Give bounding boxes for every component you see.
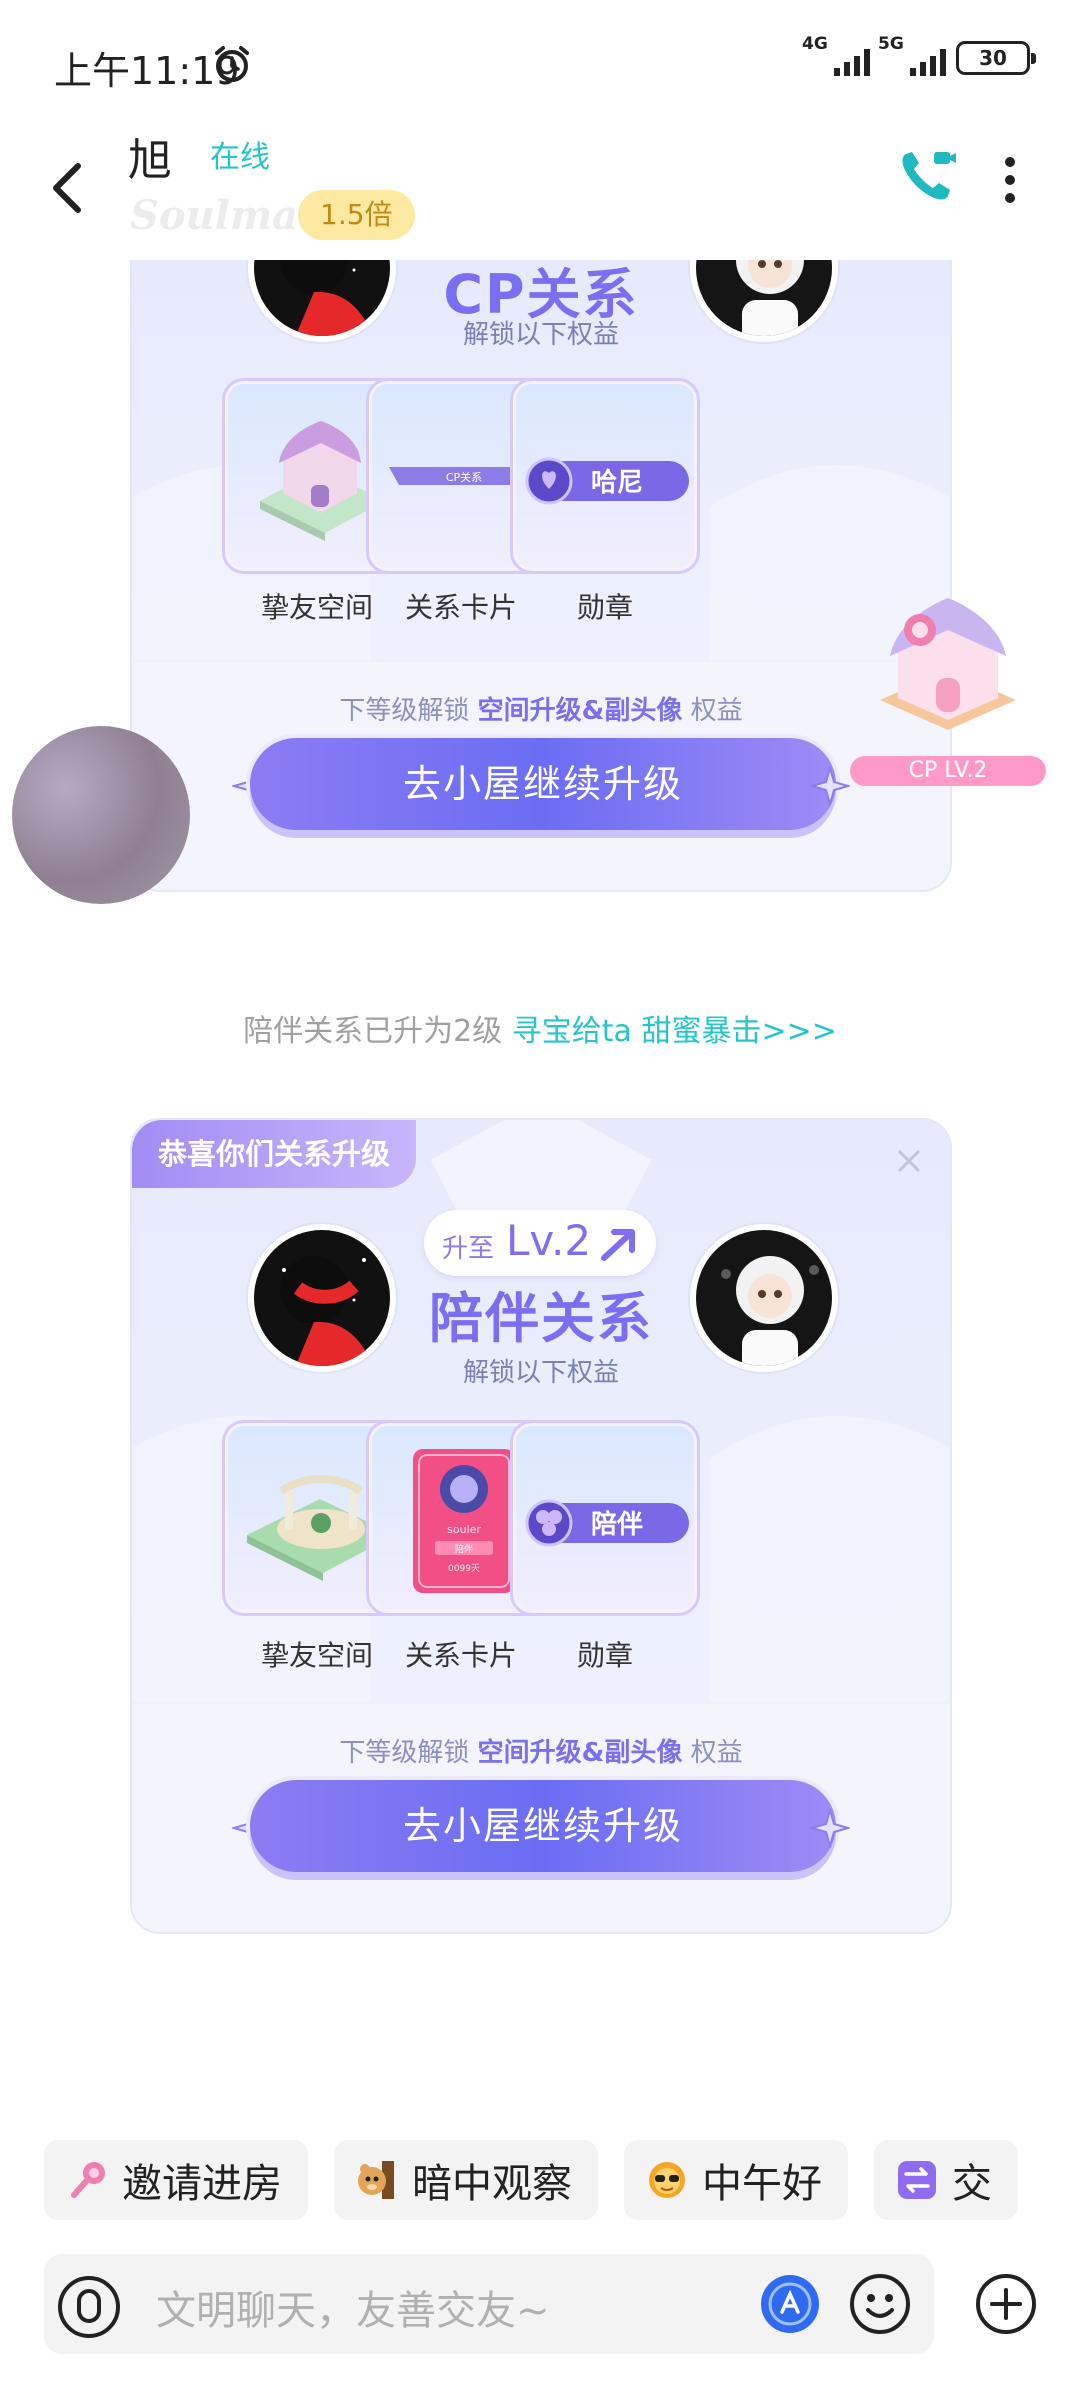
back-arrow-icon[interactable] bbox=[46, 158, 90, 218]
microphone-icon bbox=[71, 2162, 105, 2198]
benefit-tile-medal[interactable]: 陪伴 bbox=[510, 1420, 700, 1616]
quick-reply-swap[interactable]: 交 bbox=[874, 2140, 1018, 2220]
voice-icon[interactable] bbox=[56, 2274, 122, 2340]
hint-suffix: 权益 bbox=[690, 1738, 743, 1768]
chat-header: 旭 在线 Soulmate 1.5倍 bbox=[0, 120, 1080, 260]
upgrade-house-button[interactable]: 去小屋继续升级 bbox=[250, 738, 836, 830]
swap-icon bbox=[898, 2161, 936, 2199]
companion-relation-card: 恭喜你们关系升级 升至 Lv.2 陪伴关系 解锁以下权益 souler 陪伴 0… bbox=[130, 1118, 952, 1934]
level-up-arrow-icon bbox=[601, 1229, 635, 1261]
quick-reply-bar: 邀请进房 暗中观察 中午好 交 bbox=[44, 2140, 1080, 2222]
next-level-hint: 下等级解锁 空间升级&副头像 权益 bbox=[132, 690, 950, 727]
message-input-placeholder[interactable]: 文明聊天，友善交友~ bbox=[156, 2278, 550, 2336]
hint-prefix: 下等级解锁 bbox=[339, 1738, 470, 1768]
medal-badge-icon: 陪伴 bbox=[525, 1499, 689, 1547]
relation-card-inner-text: CP关系 bbox=[446, 470, 482, 484]
benefit-tile-medal[interactable]: 哈尼 bbox=[510, 378, 700, 574]
sun-sunglasses-icon bbox=[649, 2162, 685, 2198]
message-input-bar[interactable]: 文明聊天，友善交友~ bbox=[44, 2254, 934, 2354]
unlock-subtitle: 解锁以下权益 bbox=[462, 320, 619, 350]
quick-reply-label: 邀请进房 bbox=[122, 2161, 282, 2207]
network-label-5g: 5G bbox=[878, 34, 904, 54]
unlock-subtitle: 解锁以下权益 bbox=[462, 1358, 619, 1388]
upgrade-house-button[interactable]: 去小屋继续升级 bbox=[250, 1780, 836, 1872]
hint-prefix: 下等级解锁 bbox=[339, 696, 470, 726]
card-badge-text: 陪伴 bbox=[455, 1543, 473, 1555]
treasure-link[interactable]: 寻宝给ta 甜蜜暴击>>> bbox=[512, 1014, 837, 1049]
next-level-hint: 下等级解锁 空间升级&副头像 权益 bbox=[132, 1732, 950, 1769]
level-pill: 升至 Lv.2 bbox=[424, 1210, 656, 1276]
network-label-4g: 4G bbox=[802, 34, 828, 54]
signal-4g-icon: 4G bbox=[802, 34, 870, 76]
battery-icon: 30 bbox=[956, 41, 1036, 75]
hint-bold: 空间升级&副头像 bbox=[477, 696, 683, 726]
status-bar: 上午11:19 4G 5G 30 bbox=[0, 0, 1080, 120]
relation-title: 陪伴关系 bbox=[429, 1287, 653, 1350]
quick-reply-label: 中午好 bbox=[702, 2161, 822, 2207]
multiplier-badge[interactable]: 1.5倍 bbox=[298, 190, 415, 240]
sparkle-right-icon bbox=[810, 766, 850, 806]
medal-inner-text: 陪伴 bbox=[591, 1509, 643, 1540]
close-icon[interactable] bbox=[894, 1146, 924, 1176]
quick-reply-observe[interactable]: 暗中观察 bbox=[334, 2140, 598, 2220]
cp-level-badge[interactable]: CP LV.2 bbox=[850, 756, 1046, 786]
level-value: Lv.2 bbox=[506, 1216, 592, 1265]
benefit-label-medal: 勋章 bbox=[576, 1639, 633, 1672]
upgrade-congrats-badge: 恭喜你们关系升级 bbox=[132, 1120, 417, 1188]
cp-relation-card: CP关系 解锁以下权益 CP关系 哈尼 挚友空间 关系卡片 勋章 下等级解锁 空… bbox=[130, 258, 952, 892]
quick-reply-noon[interactable]: 中午好 bbox=[624, 2140, 848, 2220]
hint-bold: 空间升级&副头像 bbox=[477, 1738, 683, 1768]
ai-assistant-icon[interactable] bbox=[760, 2274, 820, 2334]
alarm-icon bbox=[215, 46, 249, 82]
sender-avatar[interactable] bbox=[12, 726, 190, 904]
system-message-text: 陪伴关系已升为2级 bbox=[243, 1014, 503, 1049]
quick-reply-label: 交 bbox=[952, 2161, 992, 2207]
medal-badge-icon: 哈尼 bbox=[525, 457, 689, 505]
cp-house-icon[interactable] bbox=[868, 590, 1028, 740]
medal-inner-text: 哈尼 bbox=[591, 468, 643, 498]
online-status: 在线 bbox=[210, 140, 270, 175]
phone-video-icon[interactable] bbox=[896, 146, 956, 206]
system-message: 陪伴关系已升为2级 寻宝给ta 甜蜜暴击>>> bbox=[0, 1006, 1080, 1050]
signal-5g-icon: 5G bbox=[878, 34, 946, 76]
quick-reply-label: 暗中观察 bbox=[412, 2161, 572, 2207]
battery-level: 30 bbox=[979, 46, 1007, 70]
card-days-text: 0099天 bbox=[448, 1564, 480, 1574]
contact-name[interactable]: 旭 bbox=[128, 124, 172, 188]
sparkle-right-icon bbox=[810, 1808, 850, 1848]
card-souler-text: souler bbox=[447, 1523, 481, 1536]
add-attachment-icon[interactable] bbox=[974, 2272, 1038, 2336]
benefit-label-medal: 勋章 bbox=[576, 591, 633, 624]
level-prefix: 升至 bbox=[442, 1234, 495, 1264]
quick-reply-invite[interactable]: 邀请进房 bbox=[44, 2140, 308, 2220]
hint-suffix: 权益 bbox=[690, 696, 743, 726]
more-options-icon[interactable] bbox=[998, 150, 1022, 210]
peeking-bear-icon bbox=[358, 2161, 394, 2199]
emoji-icon[interactable] bbox=[848, 2272, 912, 2336]
